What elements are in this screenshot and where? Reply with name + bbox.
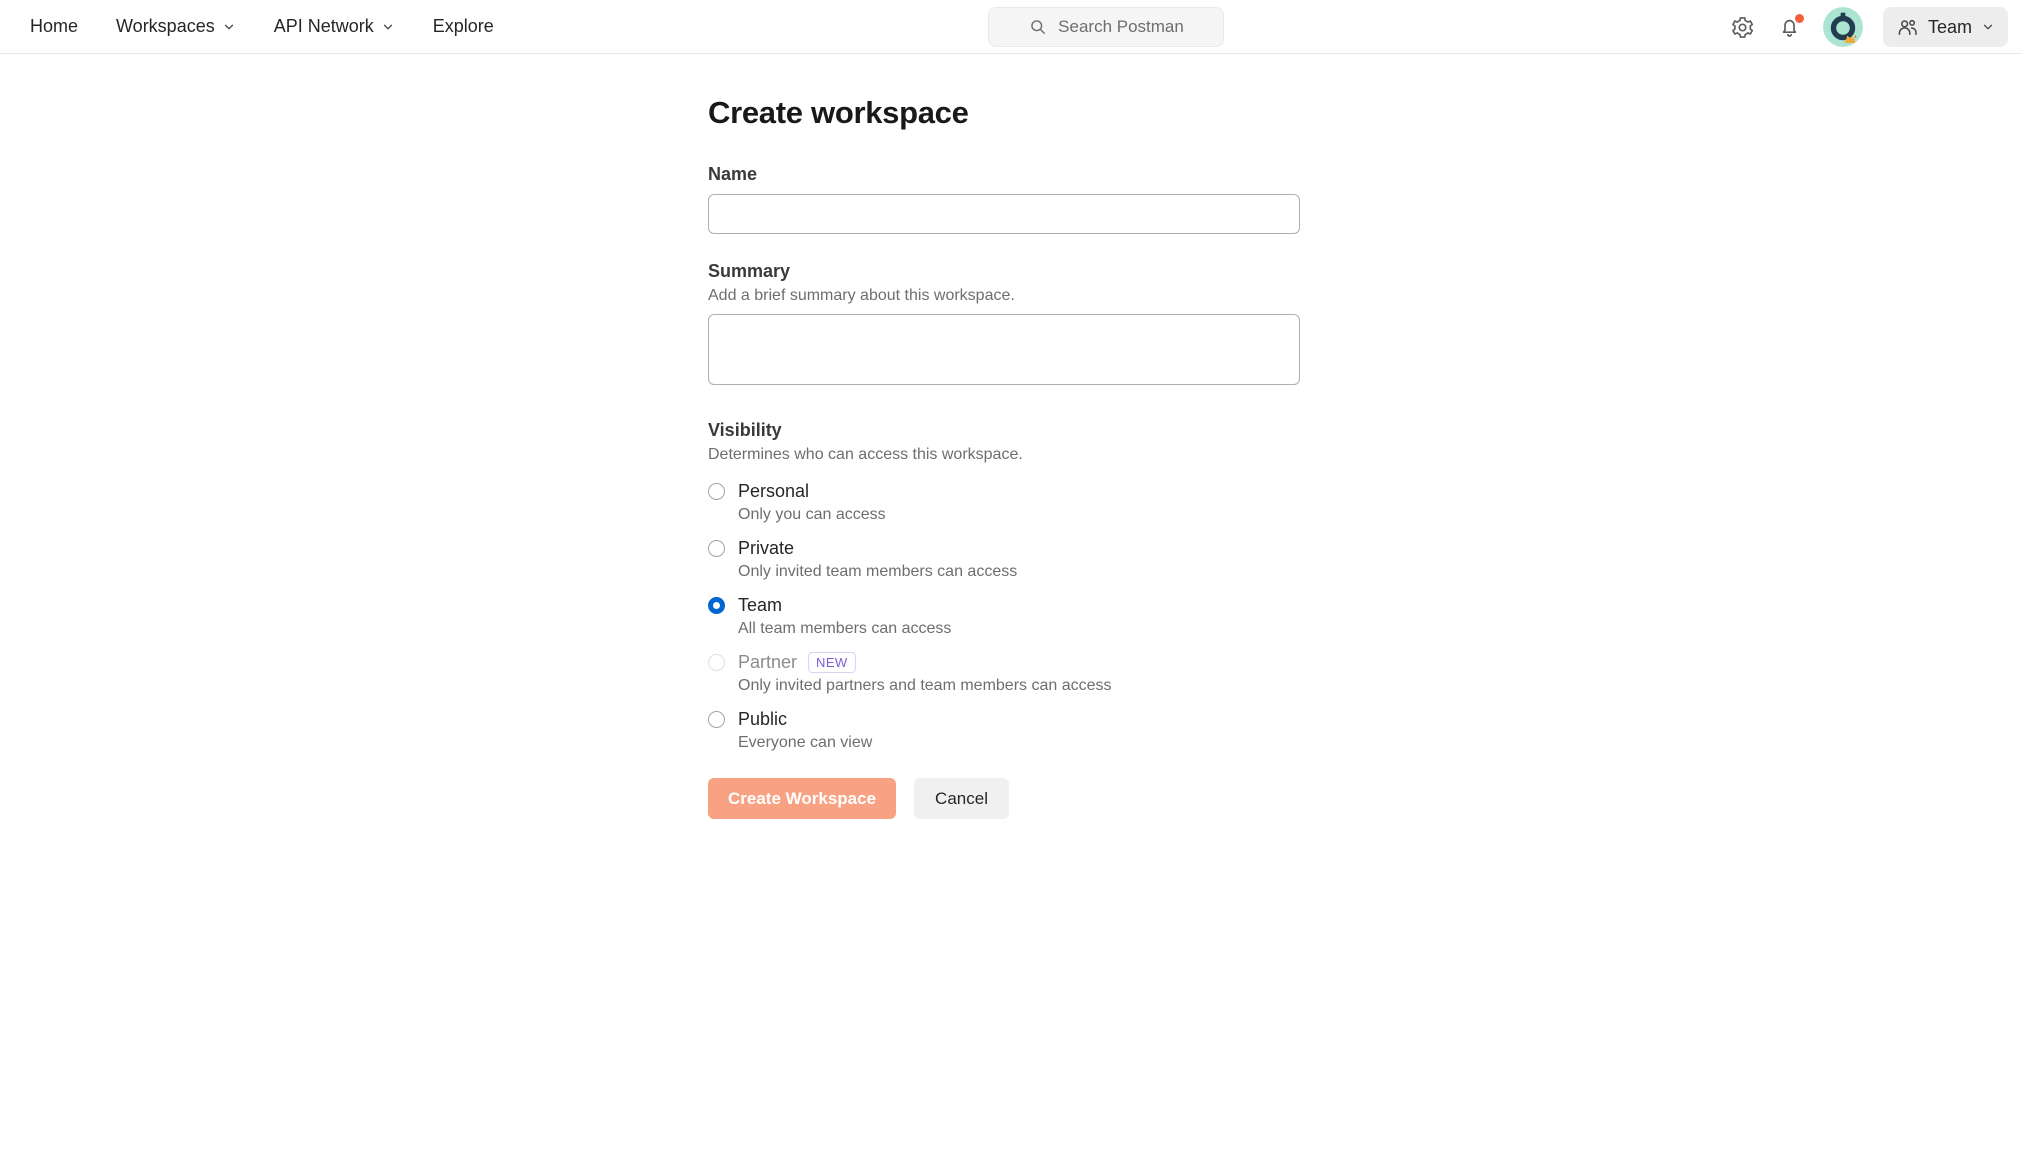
summary-field-block: Summary Add a brief summary about this w…: [708, 261, 1300, 390]
nav-explore-label: Explore: [433, 16, 494, 37]
option-description: Everyone can view: [738, 734, 1300, 752]
top-navigation-bar: Home Workspaces API Network Explore Sear…: [0, 0, 2022, 54]
nav-home-label: Home: [30, 16, 78, 37]
radio-button[interactable]: [708, 711, 725, 728]
visibility-option-partner[interactable]: Partner NEW Only invited partners and te…: [708, 652, 1300, 695]
gear-icon: [1730, 15, 1755, 40]
nav-workspaces-label: Workspaces: [116, 16, 215, 37]
radio-button[interactable]: [708, 483, 725, 500]
visibility-option-team[interactable]: Team All team members can access: [708, 595, 1300, 638]
option-description: All team members can access: [738, 620, 1300, 638]
summary-textarea[interactable]: [708, 314, 1300, 385]
cancel-button[interactable]: Cancel: [914, 778, 1009, 819]
chevron-down-icon: [1981, 20, 1995, 34]
option-description: Only invited team members can access: [738, 563, 1300, 581]
visibility-section: Visibility Determines who can access thi…: [708, 420, 1300, 752]
nav-item-workspaces[interactable]: Workspaces: [116, 16, 236, 37]
chevron-down-icon: [222, 20, 236, 34]
avatar-illustration: [1823, 7, 1863, 47]
avatar[interactable]: [1823, 7, 1863, 47]
option-description: Only you can access: [738, 506, 1300, 524]
nav-item-api-network[interactable]: API Network: [274, 16, 395, 37]
new-badge: NEW: [808, 652, 856, 673]
settings-button[interactable]: [1729, 14, 1756, 41]
nav-item-home[interactable]: Home: [30, 16, 78, 37]
team-menu-button[interactable]: Team: [1883, 7, 2008, 47]
team-button-label: Team: [1928, 17, 1972, 38]
search-input[interactable]: Search Postman: [988, 7, 1224, 47]
visibility-help-text: Determines who can access this workspace…: [708, 446, 1300, 464]
option-label: Public: [738, 709, 787, 730]
radio-button[interactable]: [708, 654, 725, 671]
notification-dot: [1793, 12, 1806, 25]
nav-api-network-label: API Network: [274, 16, 374, 37]
option-label: Partner: [738, 652, 797, 673]
nav-item-explore[interactable]: Explore: [433, 16, 494, 37]
visibility-options: Personal Only you can access Private Onl…: [708, 481, 1300, 752]
notifications-button[interactable]: [1776, 14, 1803, 41]
name-field-block: Name: [708, 164, 1300, 234]
page-title: Create workspace: [708, 95, 1300, 131]
visibility-option-public[interactable]: Public Everyone can view: [708, 709, 1300, 752]
create-workspace-form: Create workspace Name Summary Add a brie…: [708, 95, 1300, 819]
option-label: Personal: [738, 481, 809, 502]
radio-button[interactable]: [708, 597, 725, 614]
chevron-down-icon: [381, 20, 395, 34]
name-label: Name: [708, 164, 1300, 185]
form-actions: Create Workspace Cancel: [708, 778, 1300, 819]
search-placeholder: Search Postman: [1058, 17, 1184, 37]
summary-label: Summary: [708, 261, 1300, 282]
option-label: Team: [738, 595, 782, 616]
radio-button[interactable]: [708, 540, 725, 557]
summary-help-text: Add a brief summary about this workspace…: [708, 287, 1300, 305]
create-workspace-button[interactable]: Create Workspace: [708, 778, 896, 819]
search-icon: [1028, 17, 1048, 37]
main-nav: Home Workspaces API Network Explore: [30, 16, 494, 37]
people-icon: [1896, 16, 1919, 39]
visibility-label: Visibility: [708, 420, 1300, 441]
name-input[interactable]: [708, 194, 1300, 234]
visibility-option-private[interactable]: Private Only invited team members can ac…: [708, 538, 1300, 581]
header-actions: Team: [1729, 7, 2008, 47]
option-label: Private: [738, 538, 794, 559]
option-description: Only invited partners and team members c…: [738, 677, 1300, 695]
visibility-option-personal[interactable]: Personal Only you can access: [708, 481, 1300, 524]
